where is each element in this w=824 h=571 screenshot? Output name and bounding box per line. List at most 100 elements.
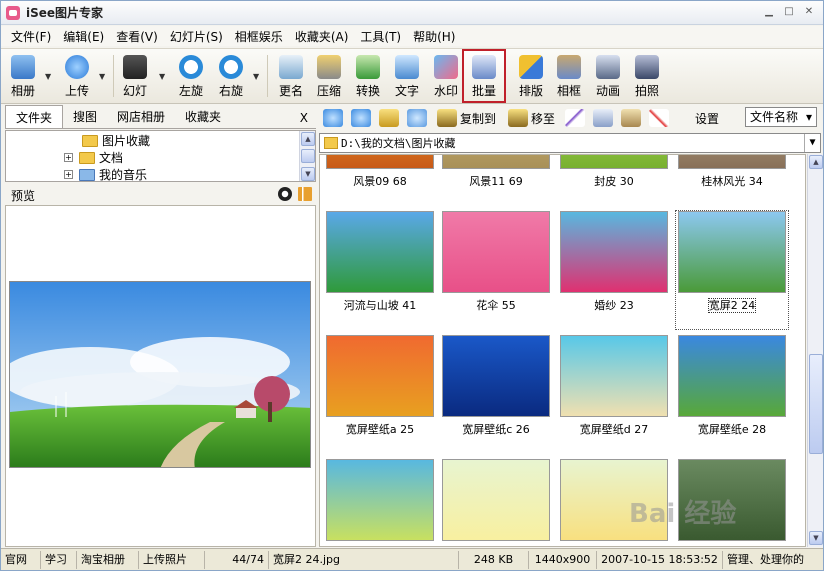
- scroll-thumb[interactable]: [809, 354, 823, 454]
- compress-button[interactable]: 压缩: [311, 51, 347, 101]
- rotate-right-label: 右旋: [218, 84, 243, 98]
- rotate-right-button[interactable]: 右旋: [213, 51, 249, 101]
- tab-search[interactable]: 搜图: [63, 105, 107, 128]
- path-dropdown-icon[interactable]: ▼: [804, 134, 820, 152]
- thumbnail-item[interactable]: 宽屏壁纸d 27: [558, 335, 670, 453]
- thumbnail-item[interactable]: 婚纱 23: [558, 211, 670, 329]
- up-folder-icon[interactable]: [379, 109, 399, 127]
- thumbnail-item[interactable]: 风景11 69: [440, 155, 552, 205]
- back-icon[interactable]: [323, 109, 343, 127]
- thumbnail-item[interactable]: 宽屏壁纸e 28: [676, 335, 788, 453]
- qq-icon[interactable]: [278, 187, 292, 201]
- slideshow-dropdown-icon[interactable]: ▼: [159, 72, 165, 81]
- grid-scrollbar[interactable]: ▲ ▼: [807, 154, 823, 547]
- status-taobao-link[interactable]: 淘宝相册: [77, 550, 139, 569]
- tree-item-music[interactable]: + 我的音乐: [64, 166, 147, 181]
- paste-icon[interactable]: [621, 109, 642, 127]
- thumbnail-item[interactable]: 宽屏2 24: [675, 210, 789, 330]
- menu-view[interactable]: 查看(V): [110, 28, 164, 45]
- menu-help[interactable]: 帮助(H): [407, 28, 461, 45]
- thumbnail-caption: 婚纱 23: [558, 297, 670, 313]
- left-tabs: 文件夹 搜图 网店相册 收藏夹 X: [5, 105, 316, 129]
- thumbnail-item[interactable]: 宽屏壁纸c 26: [440, 335, 552, 453]
- expand-icon[interactable]: +: [64, 170, 73, 179]
- sort-select[interactable]: 文件名称: [745, 107, 817, 127]
- scroll-down-icon[interactable]: ▼: [301, 167, 315, 181]
- layout-button[interactable]: 排版: [513, 51, 549, 101]
- scroll-thumb[interactable]: [301, 149, 315, 163]
- thumbnail-image: [442, 211, 550, 293]
- forward-icon[interactable]: [351, 109, 371, 127]
- thumbnail-item[interactable]: 宽屏壁纸f 29: [324, 459, 436, 546]
- tree-item-documents[interactable]: + 文档: [64, 149, 123, 166]
- copy-files-icon[interactable]: [593, 109, 614, 127]
- thumbnail-item[interactable]: 桂林风光 34: [676, 155, 788, 205]
- thumbnail-caption: 桂林风光 34: [676, 173, 788, 189]
- right-panel: 复制到 移至 设置 文件名称 D:\我的文档\图片收藏 ▼ 风景09 68 风景1…: [319, 105, 823, 547]
- scroll-up-icon[interactable]: ▲: [809, 155, 823, 169]
- animation-button[interactable]: 动画: [590, 51, 626, 101]
- close-button[interactable]: ✕: [801, 5, 817, 19]
- tab-folders[interactable]: 文件夹: [5, 105, 64, 128]
- scroll-down-icon[interactable]: ▼: [809, 531, 823, 545]
- thumbnail-caption-text: 桂林风光 34: [701, 175, 763, 188]
- move-to-button[interactable]: 移至: [508, 109, 555, 127]
- rotate-left-button[interactable]: 左旋: [173, 51, 209, 101]
- convert-button[interactable]: 转换: [350, 51, 386, 101]
- scroll-up-icon[interactable]: ▲: [301, 132, 315, 146]
- convert-icon: [356, 55, 380, 79]
- menu-edit[interactable]: 编辑(E): [57, 28, 110, 45]
- menu-favorites[interactable]: 收藏夹(A): [289, 28, 355, 45]
- tree-item-pictures[interactable]: 图片收藏: [82, 132, 150, 149]
- status-count: 44/74: [205, 550, 269, 569]
- thumbnail-image: [560, 335, 668, 417]
- path-bar[interactable]: D:\我的文档\图片收藏 ▼: [319, 133, 821, 153]
- rotate-dropdown-icon[interactable]: ▼: [253, 72, 259, 81]
- status-learn-link[interactable]: 学习: [41, 550, 77, 569]
- thumbnail-item[interactable]: 河流与山坡 41: [324, 211, 436, 329]
- tab-favorites[interactable]: 收藏夹: [175, 105, 231, 128]
- tab-shop-album[interactable]: 网店相册: [107, 105, 175, 128]
- watermark-button[interactable]: 水印: [428, 51, 464, 101]
- menu-frame-fun[interactable]: 相框娱乐: [229, 28, 289, 45]
- layout-icon: [519, 55, 543, 79]
- photo-button[interactable]: 拍照: [629, 51, 665, 101]
- histogram-icon[interactable]: [298, 187, 312, 201]
- status-official-link[interactable]: 官网: [1, 550, 41, 569]
- copy-to-button[interactable]: 复制到: [437, 109, 496, 127]
- settings-button[interactable]: 设置: [695, 110, 719, 127]
- rename-button[interactable]: 更名: [273, 51, 309, 101]
- slideshow-button[interactable]: 幻灯: [117, 51, 153, 101]
- thumbnail-item[interactable]: 花伞 55: [440, 211, 552, 329]
- tree-scrollbar[interactable]: ▲ ▼: [299, 131, 315, 181]
- refresh-icon[interactable]: [407, 109, 427, 127]
- compress-icon: [317, 55, 341, 79]
- minimize-button[interactable]: ▁: [761, 5, 777, 19]
- upload-button[interactable]: 上传: [59, 51, 95, 101]
- thumbnail-image: [442, 459, 550, 541]
- batch-button[interactable]: 批量: [462, 49, 506, 103]
- main-toolbar: 相册 ▼ 上传 ▼ 幻灯 ▼ 左旋 右旋 ▼ 更名 压缩 转换 文字 水印 批量…: [1, 48, 823, 104]
- delete-icon[interactable]: [649, 109, 670, 127]
- cut-icon[interactable]: [565, 109, 586, 127]
- frame-button[interactable]: 相框: [551, 51, 587, 101]
- thumbnail-caption: 河流与山坡 41: [324, 297, 436, 313]
- text-button[interactable]: 文字: [389, 51, 425, 101]
- thumbnail-item[interactable]: 宽屏壁纸a 25: [324, 335, 436, 453]
- upload-dropdown-icon[interactable]: ▼: [99, 72, 105, 81]
- status-upload-link[interactable]: 上传照片: [139, 550, 205, 569]
- menu-file[interactable]: 文件(F): [5, 28, 57, 45]
- rename-label: 更名: [278, 84, 303, 98]
- frame-label: 相框: [556, 84, 581, 98]
- expand-icon[interactable]: +: [64, 153, 73, 162]
- menu-slideshow[interactable]: 幻灯片(S): [164, 28, 229, 45]
- maximize-button[interactable]: □: [781, 5, 797, 19]
- album-dropdown-icon[interactable]: ▼: [45, 72, 51, 81]
- thumbnail-caption-text: 宽屏壁纸a 25: [345, 423, 415, 436]
- thumbnail-item[interactable]: 流感 42: [440, 459, 552, 546]
- panel-close-button[interactable]: X: [292, 108, 316, 128]
- album-button[interactable]: 相册: [5, 51, 41, 101]
- thumbnail-item[interactable]: 封皮 30: [558, 155, 670, 205]
- thumbnail-item[interactable]: 风景09 68: [324, 155, 436, 205]
- menu-tools[interactable]: 工具(T): [354, 28, 407, 45]
